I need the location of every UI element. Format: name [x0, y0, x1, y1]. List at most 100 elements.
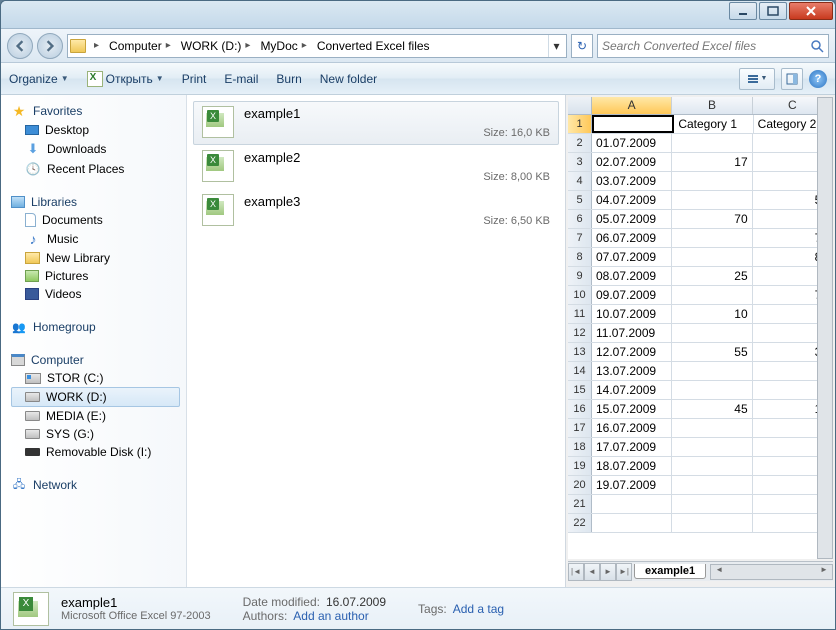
row-header[interactable]: 18 — [568, 438, 592, 456]
cell[interactable] — [592, 495, 672, 513]
address-dropdown[interactable]: ▾ — [548, 35, 564, 57]
sidebar-downloads[interactable]: Downloads — [11, 139, 186, 159]
row-header[interactable]: 1 — [568, 115, 592, 133]
cell[interactable]: 01.07.2009 — [592, 134, 672, 152]
cell[interactable]: 11.07.2009 — [592, 324, 672, 342]
cell[interactable]: 10.07.2009 — [592, 305, 672, 323]
sidebar-drive-e[interactable]: MEDIA (E:) — [11, 407, 186, 425]
sidebar-music[interactable]: Music — [11, 229, 186, 249]
libraries-header[interactable]: Libraries — [11, 193, 186, 211]
sheet-nav-last[interactable]: ►| — [616, 563, 632, 581]
cell[interactable]: Category 1 — [674, 115, 753, 133]
help-icon[interactable]: ? — [809, 70, 827, 88]
cell[interactable]: 04.07.2009 — [592, 191, 672, 209]
cell[interactable]: 03.07.2009 — [592, 172, 672, 190]
refresh-button[interactable]: ↻ — [571, 34, 593, 58]
row-header[interactable]: 5 — [568, 191, 592, 209]
file-item[interactable]: example1Size: 16,0 KB — [193, 101, 559, 145]
sidebar-desktop[interactable]: Desktop — [11, 121, 186, 139]
cell[interactable]: 70 — [672, 210, 752, 228]
cell[interactable]: 10 — [672, 305, 752, 323]
row-header[interactable]: 17 — [568, 419, 592, 437]
cell[interactable] — [672, 191, 752, 209]
sheet-tab[interactable]: example1 — [634, 564, 706, 579]
column-header-a[interactable]: A — [592, 97, 672, 114]
email-button[interactable]: E-mail — [224, 72, 258, 86]
minimize-button[interactable] — [729, 2, 757, 20]
cell[interactable] — [672, 134, 752, 152]
cell[interactable] — [672, 362, 752, 380]
cell[interactable] — [672, 324, 752, 342]
select-all-corner[interactable] — [568, 97, 592, 114]
sidebar-newlibrary[interactable]: New Library — [11, 249, 186, 267]
cell[interactable]: 09.07.2009 — [592, 286, 672, 304]
row-header[interactable]: 12 — [568, 324, 592, 342]
sheet-nav-prev[interactable]: ◄ — [584, 563, 600, 581]
homegroup-header[interactable]: Homegroup — [11, 317, 186, 337]
row-header[interactable]: 13 — [568, 343, 592, 361]
open-button[interactable]: Открыть ▼ — [87, 71, 164, 87]
view-button[interactable]: ▼ — [739, 68, 775, 90]
preview-pane-button[interactable] — [781, 68, 803, 90]
row-header[interactable]: 2 — [568, 134, 592, 152]
breadcrumb-computer[interactable]: Computer ▸ — [105, 35, 175, 57]
row-header[interactable]: 16 — [568, 400, 592, 418]
burn-button[interactable]: Burn — [276, 72, 301, 86]
file-item[interactable]: example3Size: 6,50 KB — [193, 189, 559, 233]
maximize-button[interactable] — [759, 2, 787, 20]
cell[interactable] — [592, 514, 672, 532]
sheet-nav-next[interactable]: ► — [600, 563, 616, 581]
sidebar-documents[interactable]: Documents — [11, 211, 186, 229]
print-button[interactable]: Print — [182, 72, 207, 86]
row-header[interactable]: 8 — [568, 248, 592, 266]
row-header[interactable]: 10 — [568, 286, 592, 304]
row-header[interactable]: 9 — [568, 267, 592, 285]
row-header[interactable]: 19 — [568, 457, 592, 475]
sidebar-drive-i[interactable]: Removable Disk (I:) — [11, 443, 186, 461]
cell[interactable] — [672, 286, 752, 304]
cell[interactable]: 17.07.2009 — [592, 438, 672, 456]
row-header[interactable]: 14 — [568, 362, 592, 380]
breadcrumb-mydoc[interactable]: MyDoc ▸ — [256, 35, 310, 57]
row-header[interactable]: 22 — [568, 514, 592, 532]
organize-button[interactable]: Organize ▼ — [9, 72, 69, 86]
cell[interactable] — [672, 438, 752, 456]
cell[interactable]: 55 — [672, 343, 752, 361]
breadcrumb-converted[interactable]: Converted Excel files — [313, 35, 434, 57]
horizontal-scrollbar[interactable] — [710, 564, 833, 580]
close-button[interactable] — [789, 2, 833, 20]
cell[interactable] — [672, 248, 752, 266]
cell[interactable] — [672, 229, 752, 247]
cell[interactable]: 05.07.2009 — [592, 210, 672, 228]
vertical-scrollbar[interactable] — [817, 97, 833, 559]
cell[interactable]: 07.07.2009 — [592, 248, 672, 266]
cell[interactable]: 08.07.2009 — [592, 267, 672, 285]
file-item[interactable]: example2Size: 8,00 KB — [193, 145, 559, 189]
cell[interactable]: 16.07.2009 — [592, 419, 672, 437]
cell[interactable] — [672, 476, 752, 494]
sheet-nav-first[interactable]: |◄ — [568, 563, 584, 581]
cell[interactable]: 17 — [672, 153, 752, 171]
cell[interactable]: 15.07.2009 — [592, 400, 672, 418]
search-input[interactable]: Search Converted Excel files — [597, 34, 829, 58]
tags-value[interactable]: Add a tag — [453, 602, 504, 616]
cell[interactable]: 25 — [672, 267, 752, 285]
row-header[interactable]: 3 — [568, 153, 592, 171]
computer-header[interactable]: Computer — [11, 351, 186, 369]
cell[interactable]: 18.07.2009 — [592, 457, 672, 475]
row-header[interactable]: 4 — [568, 172, 592, 190]
breadcrumb-work[interactable]: WORK (D:) ▸ — [177, 35, 255, 57]
cell[interactable]: 12.07.2009 — [592, 343, 672, 361]
cell[interactable]: 13.07.2009 — [592, 362, 672, 380]
cell[interactable] — [672, 419, 752, 437]
sidebar-pictures[interactable]: Pictures — [11, 267, 186, 285]
row-header[interactable]: 11 — [568, 305, 592, 323]
cell[interactable] — [672, 495, 752, 513]
cell[interactable] — [672, 457, 752, 475]
back-button[interactable] — [7, 33, 33, 59]
cell[interactable]: 19.07.2009 — [592, 476, 672, 494]
network-header[interactable]: Network — [11, 475, 186, 495]
forward-button[interactable] — [37, 33, 63, 59]
sidebar-videos[interactable]: Videos — [11, 285, 186, 303]
row-header[interactable]: 20 — [568, 476, 592, 494]
